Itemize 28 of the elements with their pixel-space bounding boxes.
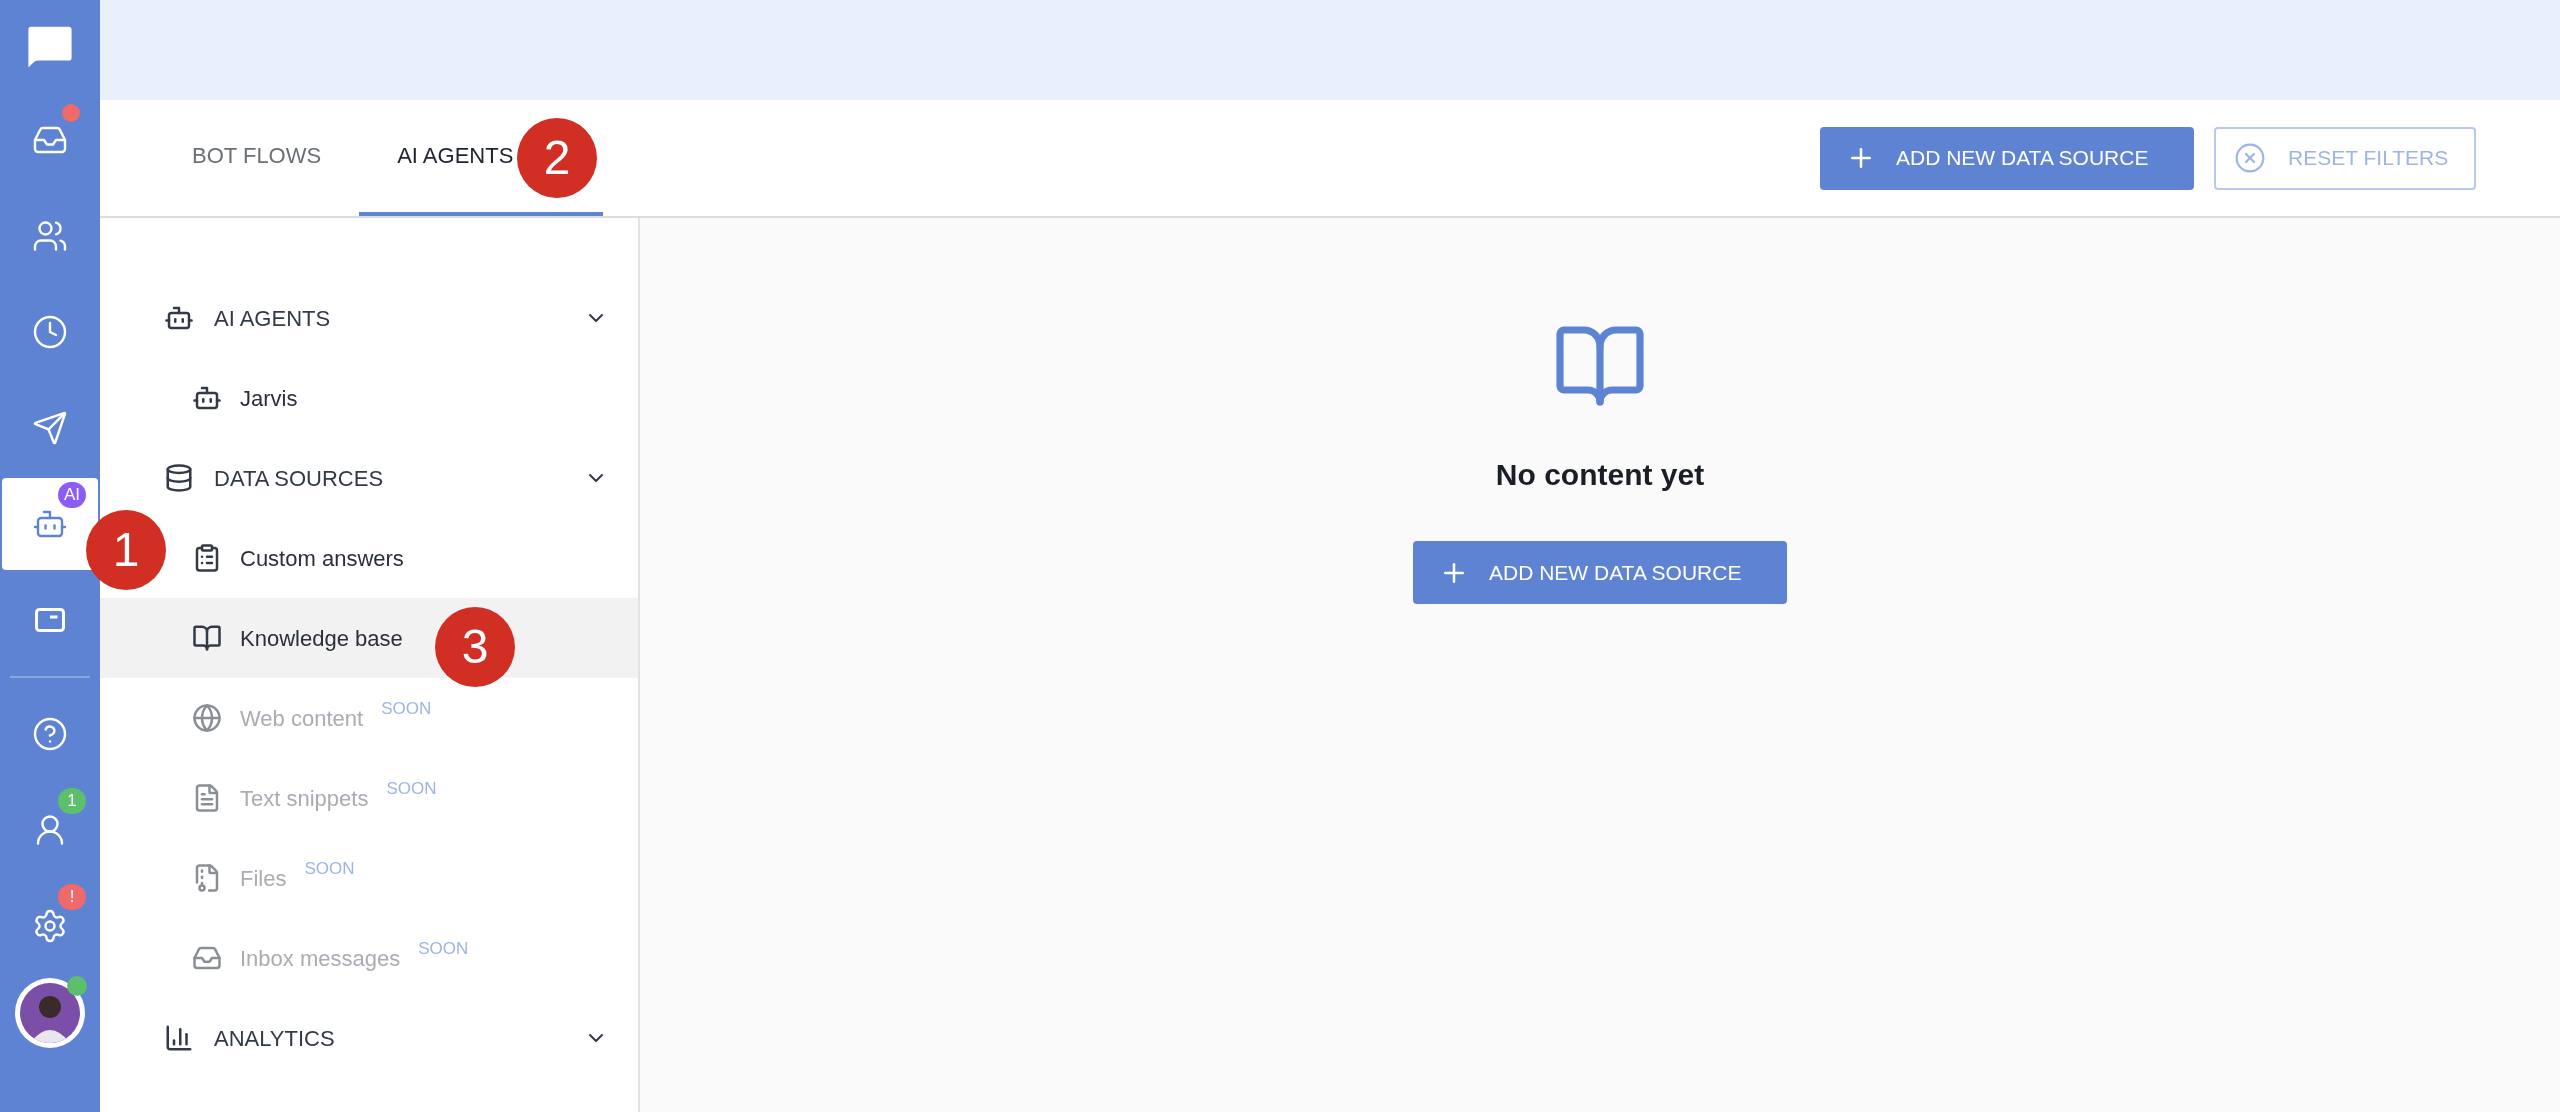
soon-tag: SOON bbox=[418, 936, 469, 962]
nav-item[interactable]: Jarvis bbox=[192, 368, 298, 428]
database-icon bbox=[164, 463, 194, 493]
empty-message: No content yet bbox=[1495, 457, 1705, 493]
badge: 1 bbox=[58, 788, 86, 814]
people-icon bbox=[32, 218, 68, 254]
paper-plane-icon bbox=[32, 410, 68, 446]
add-data-source-button[interactable]: ADD NEW DATA SOURCE bbox=[1413, 541, 1787, 604]
clock-icon bbox=[32, 314, 68, 350]
rail-item[interactable]: 1 bbox=[2, 784, 98, 876]
help-icon bbox=[32, 716, 68, 752]
rail-item[interactable]: ! bbox=[2, 880, 98, 972]
bar-chart-icon bbox=[164, 1023, 194, 1053]
soon-tag: SOON bbox=[304, 856, 355, 882]
add-data-source-button[interactable]: ADD NEW DATA SOURCE bbox=[1820, 126, 2194, 190]
section-header[interactable]: AI AGENTS bbox=[100, 278, 638, 358]
soon-tag: SOON bbox=[381, 696, 432, 722]
badge: ! bbox=[58, 884, 86, 910]
rail-item[interactable]: AI bbox=[2, 478, 98, 570]
nav-item[interactable]: Custom answers bbox=[192, 528, 404, 588]
soon-tag: SOON bbox=[386, 776, 437, 802]
globe-icon bbox=[192, 703, 222, 733]
settings-icon bbox=[32, 908, 68, 944]
badge: AI bbox=[57, 482, 86, 508]
section-header[interactable]: ANALYTICS bbox=[100, 998, 638, 1078]
close-circle-icon bbox=[2234, 142, 2266, 174]
book-icon bbox=[192, 623, 222, 653]
tab[interactable]: BOT FLOWS bbox=[154, 98, 360, 216]
